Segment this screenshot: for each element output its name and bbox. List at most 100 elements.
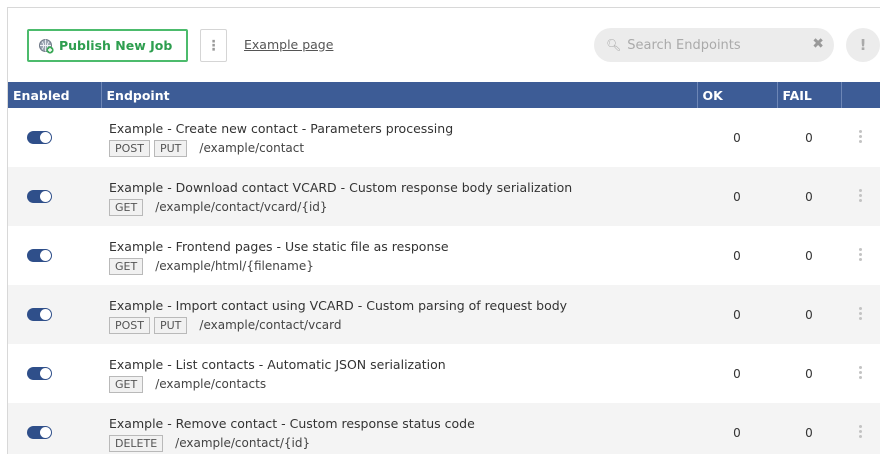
endpoint-cell: Example - Import contact using VCARD - C… (101, 285, 697, 344)
search-box: 🔍︎ ✖ (594, 28, 834, 62)
endpoint-route: POST PUT /example/contact/vcard (109, 316, 697, 334)
toggle-knob (40, 132, 51, 143)
endpoint-route: GET /example/html/{filename} (109, 257, 697, 275)
endpoint-route: GET /example/contact/vcard/{id} (109, 198, 697, 216)
endpoint-route: GET /example/contacts (109, 375, 697, 393)
publish-new-job-button[interactable]: Publish New Job (27, 29, 188, 62)
endpoint-cell: Example - Download contact VCARD - Custo… (101, 167, 697, 226)
enabled-toggle[interactable] (27, 131, 52, 144)
alert-button[interactable]: ! (846, 28, 880, 62)
row-actions-cell (841, 108, 880, 167)
enabled-toggle[interactable] (27, 426, 52, 439)
column-header-enabled: Enabled (8, 82, 102, 108)
http-method-badge: POST (109, 316, 150, 334)
fail-count: 0 (805, 307, 813, 322)
http-method-badge: GET (109, 198, 144, 216)
toggle-knob (40, 250, 51, 261)
kebab-menu-icon[interactable] (859, 128, 863, 145)
enabled-cell (8, 403, 101, 454)
endpoint-title[interactable]: Example - List contacts - Automatic JSON… (109, 357, 697, 373)
endpoint-cell: Example - List contacts - Automatic JSON… (101, 344, 697, 403)
search-input[interactable] (627, 37, 803, 53)
toggle-knob (40, 191, 51, 202)
enabled-toggle[interactable] (27, 249, 52, 262)
globe-add-icon (39, 38, 54, 54)
fail-count: 0 (805, 248, 813, 263)
endpoint-cell: Example - Remove contact - Custom respon… (101, 403, 697, 454)
endpoint-path: /example/html/{filename} (155, 259, 314, 273)
example-page-link[interactable]: Example page (244, 37, 333, 52)
toggle-knob (40, 309, 51, 320)
table-row: Example - Download contact VCARD - Custo… (8, 167, 880, 226)
exclamation-icon: ! (859, 36, 867, 54)
table-row: Example - List contacts - Automatic JSON… (8, 344, 880, 403)
endpoint-path: /example/contacts (155, 377, 267, 391)
enabled-cell (8, 167, 101, 226)
enabled-cell (8, 344, 101, 403)
enabled-toggle[interactable] (27, 190, 52, 203)
row-actions-cell (841, 285, 880, 344)
kebab-menu-icon[interactable] (859, 305, 863, 322)
kebab-menu-icon[interactable] (859, 364, 863, 381)
endpoint-route: DELETE /example/contact/{id} (109, 434, 697, 452)
http-method-badge: PUT (154, 139, 188, 157)
enabled-toggle[interactable] (27, 367, 52, 380)
endpoint-title[interactable]: Example - Remove contact - Custom respon… (109, 416, 697, 432)
endpoint-cell: Example - Create new contact - Parameter… (101, 108, 697, 167)
more-options-button[interactable]: ⋮ (200, 29, 227, 62)
row-actions-cell (841, 344, 880, 403)
endpoint-cell: Example - Frontend pages - Use static fi… (101, 226, 697, 285)
clear-search-icon[interactable]: ✖ (812, 36, 824, 52)
endpoint-title[interactable]: Example - Download contact VCARD - Custo… (109, 180, 697, 196)
kebab-menu-icon[interactable] (859, 187, 863, 204)
kebab-menu-icon[interactable] (859, 423, 863, 440)
vertical-dots-icon: ⋮ (206, 37, 221, 54)
endpoint-title[interactable]: Example - Import contact using VCARD - C… (109, 298, 697, 314)
column-header-endpoint: Endpoint (101, 82, 698, 108)
column-header-actions (841, 82, 880, 108)
table-row: Example - Create new contact - Parameter… (8, 108, 880, 167)
table-row: Example - Remove contact - Custom respon… (8, 403, 880, 454)
row-actions-cell (841, 403, 880, 454)
row-actions-cell (841, 226, 880, 285)
fail-count: 0 (805, 425, 813, 440)
toggle-knob (40, 427, 51, 438)
column-header-fail: FAIL (777, 82, 842, 108)
http-method-badge: GET (109, 375, 144, 393)
endpoint-path: /example/contact/vcard (199, 318, 342, 332)
ok-count: 0 (733, 307, 741, 322)
endpoints-table: Enabled Endpoint OK FAIL Example - Creat… (8, 82, 880, 454)
ok-count: 0 (733, 189, 741, 204)
search-icon: 🔍︎ (606, 38, 622, 52)
ok-count: 0 (733, 130, 741, 145)
enabled-cell (8, 226, 101, 285)
column-header-ok: OK (697, 82, 778, 108)
enabled-cell (8, 108, 101, 167)
endpoint-route: POST PUT /example/contact (109, 139, 697, 157)
table-row: Example - Frontend pages - Use static fi… (8, 226, 880, 285)
toggle-knob (40, 368, 51, 379)
kebab-menu-icon[interactable] (859, 246, 863, 263)
endpoint-title[interactable]: Example - Frontend pages - Use static fi… (109, 239, 697, 255)
toolbar: Publish New Job ⋮ Example page 🔍︎ ✖ ! (8, 8, 880, 82)
ok-count: 0 (733, 248, 741, 263)
http-method-badge: GET (109, 257, 144, 275)
enabled-toggle[interactable] (27, 308, 52, 321)
publish-new-job-label: Publish New Job (59, 38, 173, 53)
fail-count: 0 (805, 189, 813, 204)
endpoint-path: /example/contact/vcard/{id} (155, 200, 328, 214)
ok-count: 0 (733, 425, 741, 440)
http-method-badge: DELETE (109, 434, 164, 452)
fail-count: 0 (805, 130, 813, 145)
endpoint-path: /example/contact/{id} (175, 436, 311, 450)
endpoint-title[interactable]: Example - Create new contact - Parameter… (109, 121, 697, 137)
enabled-cell (8, 285, 101, 344)
row-actions-cell (841, 167, 880, 226)
endpoints-panel: Publish New Job ⋮ Example page 🔍︎ ✖ ! En… (7, 7, 880, 454)
table-body: Example - Create new contact - Parameter… (8, 108, 880, 454)
ok-count: 0 (733, 366, 741, 381)
endpoint-path: /example/contact (199, 141, 305, 155)
table-header-row: Enabled Endpoint OK FAIL (8, 82, 880, 108)
table-row: Example - Import contact using VCARD - C… (8, 285, 880, 344)
http-method-badge: POST (109, 139, 150, 157)
